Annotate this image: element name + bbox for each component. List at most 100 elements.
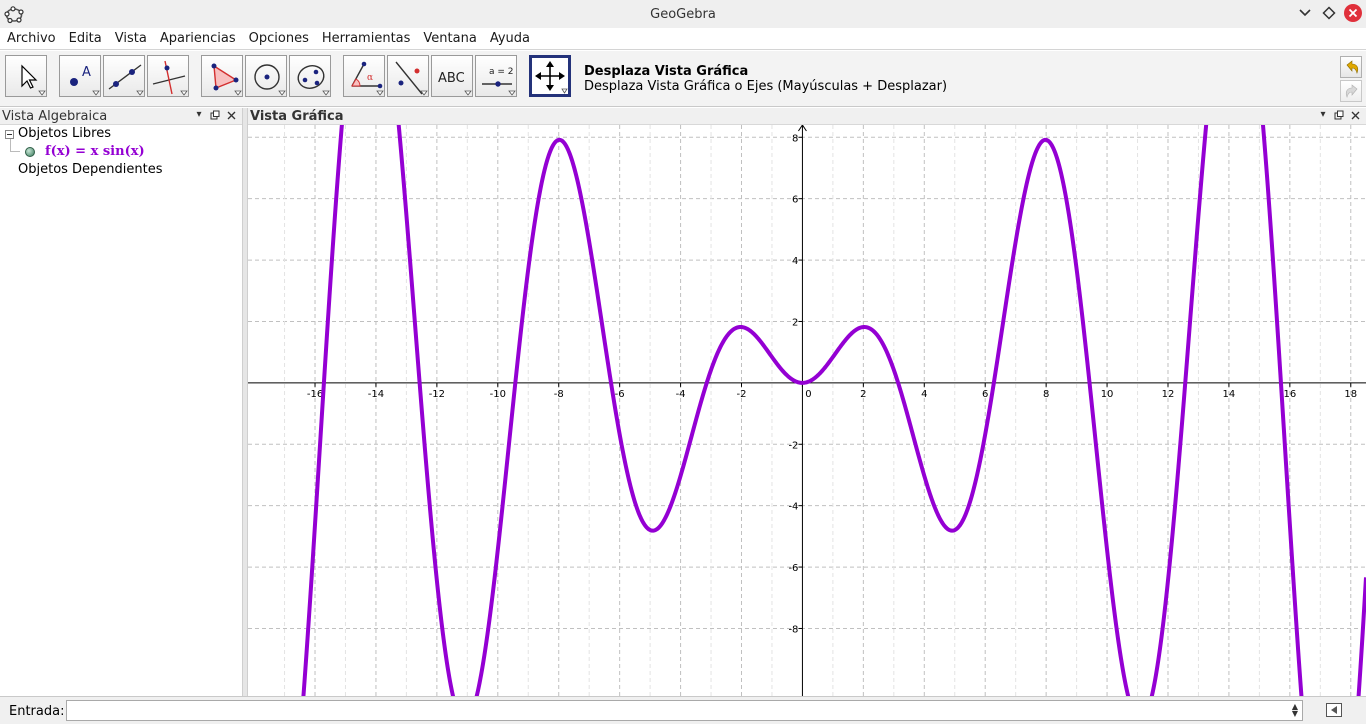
reflect-tool-button[interactable] <box>387 55 429 97</box>
menu-edita[interactable]: Edita <box>69 31 102 46</box>
angle-tool-button[interactable]: α <box>343 55 385 97</box>
polygon-tool-button[interactable] <box>201 55 243 97</box>
svg-text:a = 2: a = 2 <box>489 67 514 77</box>
slider-icon: a = 2 <box>482 67 516 96</box>
undock-icon[interactable] <box>210 110 220 120</box>
input-bar: Entrada: ▲ ▼ <box>0 696 1366 724</box>
dependent-objects-label: Objetos Dependientes <box>18 162 163 177</box>
menu-vista[interactable]: Vista <box>115 31 147 46</box>
text-icon: ABC <box>438 71 472 96</box>
polygon-icon <box>211 63 242 96</box>
move-graphics-view-tool-button[interactable] <box>529 55 571 97</box>
active-tool-title: Desplaza Vista Gráfica <box>584 64 749 79</box>
x-tick-label: -16 <box>307 389 323 400</box>
geogebra-logo-icon <box>4 4 24 24</box>
line-tool-button[interactable] <box>103 55 145 97</box>
view-menu-icon[interactable]: ▾ <box>1318 110 1328 120</box>
x-tick-label: -4 <box>676 389 686 400</box>
x-tick-label: 4 <box>921 389 927 400</box>
circle-icon <box>254 64 286 96</box>
circle-tool-button[interactable] <box>245 55 287 97</box>
menu-ventana[interactable]: Ventana <box>423 31 476 46</box>
x-tick-label: 14 <box>1223 389 1236 400</box>
ellipse-icon <box>297 65 330 96</box>
toggle-keyboard-icon[interactable] <box>1326 703 1342 717</box>
y-tick-label: 2 <box>792 317 798 328</box>
arrow-pointer-icon <box>21 64 46 96</box>
y-tick-label: -6 <box>788 563 798 574</box>
graphics-view-header: Vista Gráfica ▾ <box>248 108 1366 125</box>
point-icon: A <box>70 65 100 96</box>
reflect-icon <box>395 61 428 96</box>
close-view-icon[interactable] <box>1350 110 1360 120</box>
geogebra-window: GeoGebra Archivo Edita Vista Apariencias… <box>0 0 1366 724</box>
window-title: GeoGebra <box>650 6 716 22</box>
x-tick-label: 6 <box>982 389 988 400</box>
x-tick-label: -12 <box>429 389 445 400</box>
ellipse-tool-button[interactable] <box>289 55 331 97</box>
move-view-icon <box>535 61 568 94</box>
x-tick-label: 8 <box>1043 389 1049 400</box>
perpendicular-icon <box>152 60 188 96</box>
menu-apariencias[interactable]: Apariencias <box>160 31 236 46</box>
y-tick-label: -4 <box>788 502 798 513</box>
redo-icon <box>1345 84 1358 98</box>
y-tick-label: -8 <box>788 624 798 635</box>
x-tick-label: 2 <box>860 389 866 400</box>
undock-icon[interactable] <box>1334 110 1344 120</box>
text-tool-button[interactable]: ABC <box>431 55 473 97</box>
menu-ayuda[interactable]: Ayuda <box>490 31 530 46</box>
undo-button[interactable] <box>1340 56 1362 78</box>
x-tick-label: 12 <box>1162 389 1175 400</box>
slider-tool-button[interactable]: a = 2 <box>475 55 517 97</box>
angle-icon: α <box>351 61 384 96</box>
x-tick-label: -8 <box>554 389 564 400</box>
menu-herramientas[interactable]: Herramientas <box>322 31 411 46</box>
menu-bar: Archivo Edita Vista Apariencias Opciones… <box>0 28 1366 50</box>
menu-archivo[interactable]: Archivo <box>7 31 56 46</box>
algebra-view: Vista Algebraica ▾ Objetos Libres f(x) =… <box>0 108 242 696</box>
svg-text:ABC: ABC <box>438 71 465 86</box>
y-tick-label: 8 <box>792 133 798 144</box>
graph-canvas[interactable]: -16 -14 -12 -10 -8 -6 -4 -2 0 2 4 6 8 10 12 14 16 18 -8 -6 -… <box>248 125 1366 696</box>
active-tool-description: Desplaza Vista Gráfica o Ejes (Mayúscula… <box>584 79 948 94</box>
x-tick-label: -2 <box>737 389 747 400</box>
point-tool-button[interactable]: A <box>59 55 101 97</box>
x-tick-label: -10 <box>490 389 506 400</box>
x-tick-label: -6 <box>615 389 625 400</box>
free-objects-label: Objetos Libres <box>18 126 111 141</box>
minimize-icon[interactable] <box>1296 4 1314 22</box>
visibility-toggle-icon[interactable] <box>25 147 35 157</box>
graphics-view-title: Vista Gráfica <box>250 109 344 124</box>
x-tick-label: 18 <box>1344 389 1357 400</box>
line-icon <box>108 64 144 96</box>
close-window-button[interactable] <box>1344 4 1362 22</box>
y-tick-label: -2 <box>788 440 798 451</box>
x-tick-label: 10 <box>1101 389 1114 400</box>
function-f-entry[interactable]: f(x) = x sin(x) <box>45 144 145 159</box>
x-tick-label: 16 <box>1283 389 1296 400</box>
view-menu-icon[interactable]: ▾ <box>194 110 204 120</box>
collapse-toggle-icon[interactable] <box>5 130 14 139</box>
x-tick-label: 0 <box>805 389 811 400</box>
svg-text:α: α <box>367 73 373 83</box>
undo-icon <box>1346 60 1359 74</box>
svg-text:A: A <box>82 65 91 80</box>
menu-opciones[interactable]: Opciones <box>249 31 309 46</box>
input-field[interactable] <box>66 700 1303 721</box>
algebra-view-title: Vista Algebraica <box>2 109 108 124</box>
x-tick-label: -14 <box>368 389 384 400</box>
move-tool-button[interactable] <box>5 55 47 97</box>
toolbar: A α ABC a = 2 Desplaza Vista Gráfica Des… <box>0 51 1366 107</box>
maximize-icon[interactable] <box>1320 4 1338 22</box>
close-view-icon[interactable] <box>226 110 236 120</box>
algebra-view-header: Vista Algebraica ▾ <box>0 108 242 125</box>
y-tick-label: 4 <box>792 256 798 267</box>
title-bar: GeoGebra <box>0 0 1366 28</box>
redo-button[interactable] <box>1340 80 1362 102</box>
input-label: Entrada: <box>9 704 65 719</box>
graphics-view: Vista Gráfica ▾ -16 -14 -12 -10 -8 -6 -4 -2 0 2 4 6… <box>248 108 1366 696</box>
perpendicular-tool-button[interactable] <box>147 55 189 97</box>
y-tick-label: 6 <box>792 195 798 206</box>
history-spinner-icon[interactable]: ▲ ▼ <box>1289 703 1301 718</box>
